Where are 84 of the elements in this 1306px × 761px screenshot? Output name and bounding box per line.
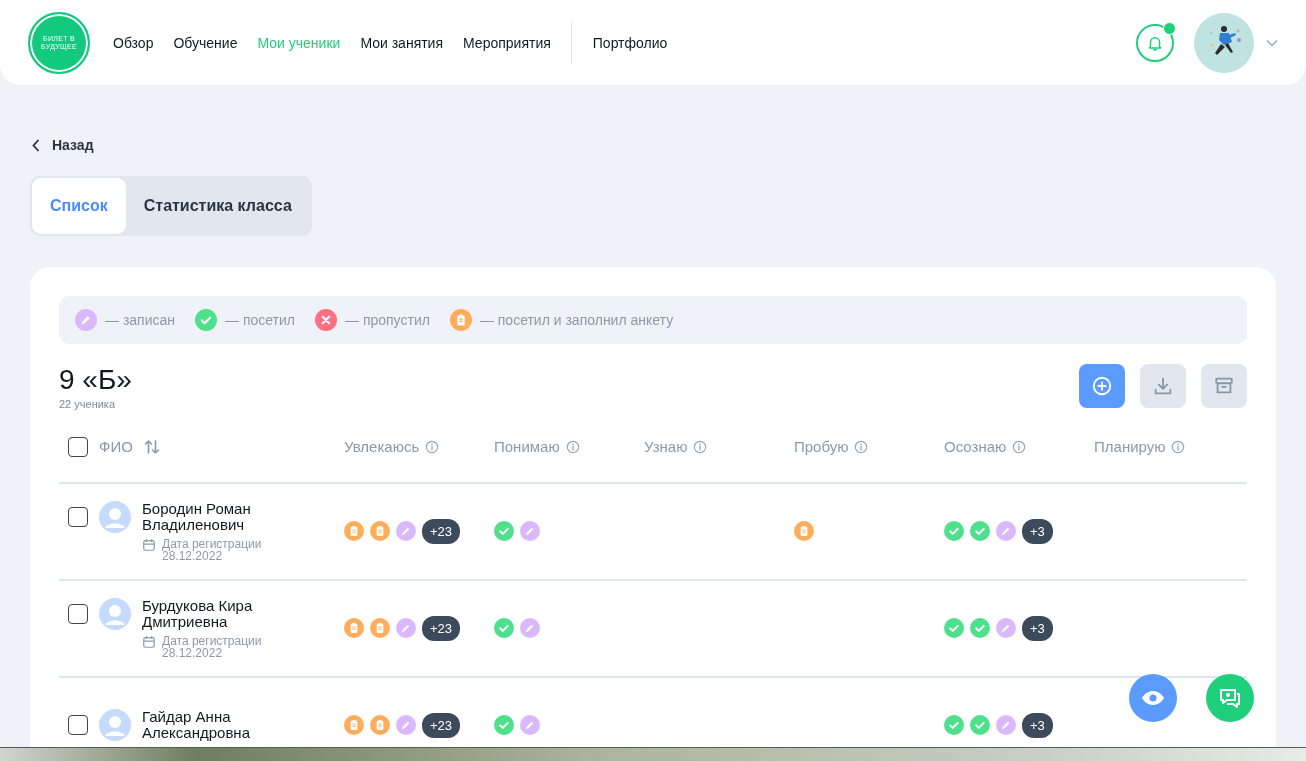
clipboard-icon bbox=[344, 715, 364, 735]
clipboard-icon bbox=[370, 521, 390, 541]
check-icon bbox=[944, 521, 964, 541]
pencil-icon bbox=[396, 715, 416, 735]
notifications-button[interactable] bbox=[1136, 23, 1174, 62]
check-icon bbox=[494, 715, 514, 735]
sort-icon[interactable] bbox=[143, 438, 160, 455]
row-checkbox[interactable] bbox=[68, 603, 88, 624]
archive-button[interactable] bbox=[1201, 363, 1247, 408]
info-icon bbox=[565, 439, 580, 454]
more-count-badge[interactable]: +3 bbox=[1022, 518, 1053, 544]
check-icon bbox=[944, 715, 964, 735]
info-icon bbox=[854, 439, 869, 454]
back-link[interactable]: Назад bbox=[30, 137, 94, 153]
clipboard-icon bbox=[370, 618, 390, 638]
row-checkbox[interactable] bbox=[68, 506, 88, 527]
legend-label: — посетил и заполнил анкету bbox=[479, 311, 674, 328]
column-header: Узнаю bbox=[644, 438, 688, 455]
pencil-icon bbox=[396, 521, 416, 541]
check-icon bbox=[195, 308, 217, 331]
cross-icon bbox=[315, 308, 337, 331]
legend-label: — записан bbox=[105, 311, 175, 328]
check-icon bbox=[494, 521, 514, 541]
more-count-badge[interactable]: +23 bbox=[422, 712, 461, 738]
info-icon bbox=[425, 439, 440, 454]
nav-link[interactable]: Мои занятия bbox=[360, 34, 444, 51]
chevron-down-icon[interactable] bbox=[1266, 38, 1278, 47]
legend-label: — посетил bbox=[225, 311, 295, 328]
clipboard-icon bbox=[794, 521, 814, 541]
more-count-badge[interactable]: +23 bbox=[422, 518, 461, 544]
legend-label: — пропустил bbox=[345, 311, 430, 328]
check-icon bbox=[944, 618, 964, 638]
more-count-badge[interactable]: +3 bbox=[1022, 712, 1053, 738]
pencil-icon bbox=[396, 618, 416, 638]
student-name[interactable]: Бурдукова Кира Дмитриевна bbox=[142, 597, 292, 630]
student-name[interactable]: Гайдар Анна Александровна bbox=[142, 709, 292, 741]
student-count: 22 ученика bbox=[59, 397, 117, 410]
info-icon bbox=[1012, 439, 1027, 454]
eye-icon bbox=[1141, 690, 1165, 706]
column-header: Понимаю bbox=[494, 438, 560, 455]
clipboard-icon bbox=[370, 715, 390, 735]
pencil-icon bbox=[75, 308, 97, 331]
chevron-left-icon bbox=[32, 138, 40, 152]
pencil-icon bbox=[996, 715, 1016, 735]
registration-date: Дата регистрации 28.12.2022 bbox=[162, 634, 262, 659]
clipboard-icon bbox=[344, 618, 364, 638]
more-count-badge[interactable]: +3 bbox=[1022, 615, 1053, 641]
pencil-icon bbox=[996, 521, 1016, 541]
check-icon bbox=[970, 618, 990, 638]
class-title: 9 «Б» bbox=[59, 363, 132, 396]
pencil-icon bbox=[996, 618, 1016, 638]
column-header: Планирую bbox=[1094, 438, 1166, 455]
check-icon bbox=[970, 715, 990, 735]
select-all-checkbox[interactable] bbox=[68, 436, 88, 457]
student-name[interactable]: Бородин Роман Владиленович bbox=[142, 500, 292, 533]
nav-link[interactable]: Обучение bbox=[173, 34, 238, 51]
check-icon bbox=[494, 618, 514, 638]
pencil-icon bbox=[520, 521, 540, 541]
column-header: Увлекаюсь bbox=[344, 438, 420, 455]
user-avatar-icon bbox=[99, 597, 131, 630]
calendar-icon bbox=[142, 634, 156, 649]
download-button[interactable] bbox=[1140, 363, 1186, 408]
info-icon bbox=[693, 439, 708, 454]
chat-icon bbox=[1218, 687, 1242, 709]
column-header: Пробую bbox=[794, 438, 849, 455]
column-header: Осознаю bbox=[944, 438, 1007, 455]
add-button[interactable] bbox=[1079, 363, 1125, 408]
clipboard-icon bbox=[449, 308, 472, 331]
registration-date: Дата регистрации 28.12.2022 bbox=[162, 537, 262, 562]
nav-link[interactable]: Портфолио bbox=[592, 34, 668, 51]
info-icon bbox=[1171, 439, 1186, 454]
nav-link[interactable]: Мероприятия bbox=[463, 34, 551, 51]
check-icon bbox=[970, 521, 990, 541]
user-avatar-icon bbox=[99, 500, 131, 533]
add-icon bbox=[1091, 374, 1113, 397]
row-checkbox[interactable] bbox=[68, 715, 88, 735]
pencil-icon bbox=[520, 715, 540, 735]
tab[interactable]: Статистика класса bbox=[125, 177, 310, 234]
pencil-icon bbox=[520, 618, 540, 638]
calendar-icon bbox=[142, 537, 156, 552]
user-avatar-icon bbox=[99, 709, 131, 741]
nav-link[interactable]: Обзор bbox=[113, 34, 154, 51]
more-count-badge[interactable]: +23 bbox=[422, 615, 461, 641]
clipboard-icon bbox=[344, 521, 364, 541]
